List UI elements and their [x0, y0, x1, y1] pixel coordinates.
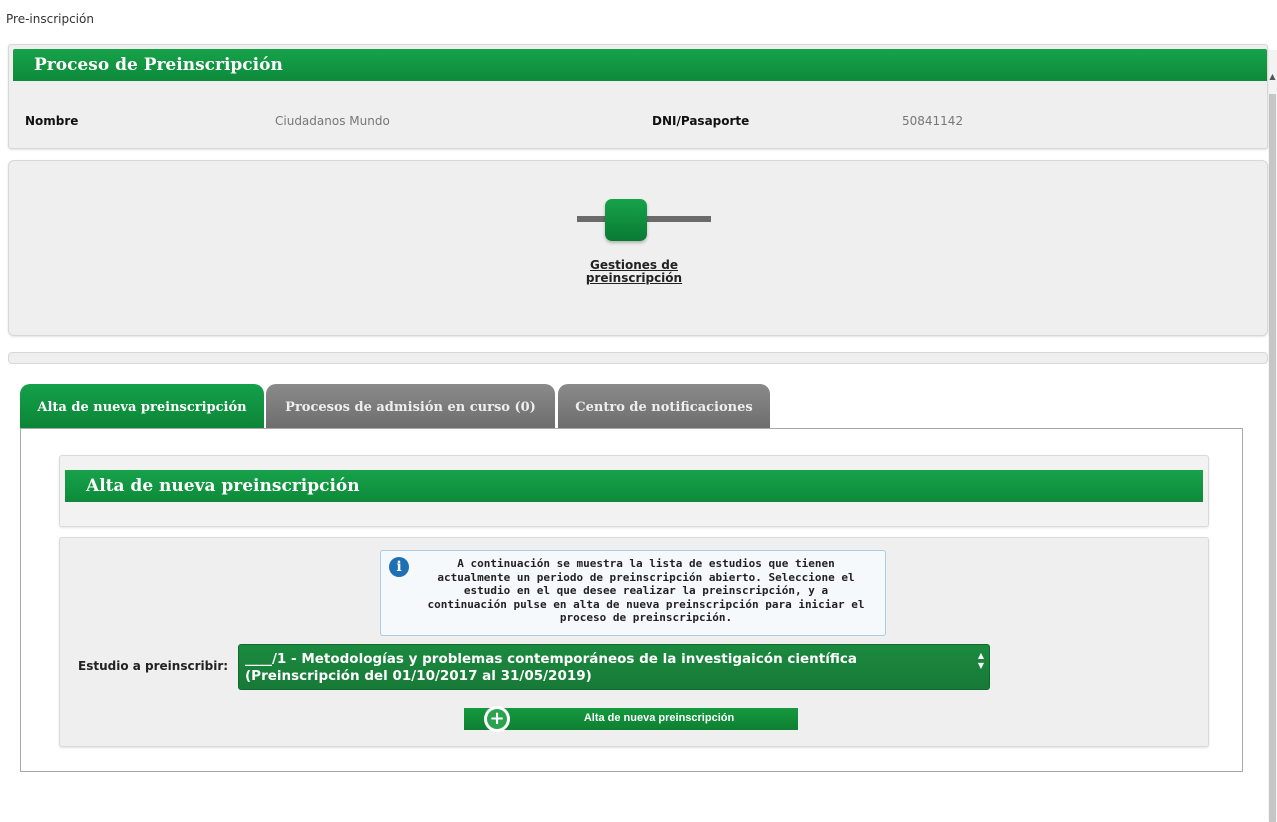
alta-header: Alta de nueva preinscripción: [65, 470, 1203, 502]
info-icon: i: [389, 557, 409, 577]
vertical-scrollbar[interactable]: ▲: [1268, 50, 1277, 822]
alta-button[interactable]: + Alta de nueva preinscripción: [464, 706, 798, 732]
dni-label: DNI/Pasaporte: [652, 114, 750, 128]
page-title: Pre-inscripción: [6, 12, 94, 26]
scrollbar-thumb[interactable]: [1269, 94, 1276, 822]
alta-button-label: Alta de nueva preinscripción: [583, 712, 735, 724]
separator-bar: [8, 352, 1268, 364]
select-arrows-icon: ▲ ▼: [977, 651, 984, 670]
proceso-panel: Proceso de Preinscripción Nombre Ciudada…: [8, 44, 1268, 149]
nombre-label: Nombre: [25, 114, 79, 128]
tab-notificaciones[interactable]: Centro de notificaciones: [558, 384, 770, 429]
dni-value: 50841142: [902, 114, 964, 128]
form-panel: i A continuación se muestra la lista de …: [59, 537, 1209, 747]
info-text: A continuación se muestra la lista de es…: [427, 557, 865, 624]
estudio-select[interactable]: ____/1 - Metodologías y problemas contem…: [238, 644, 990, 690]
tab-alta[interactable]: Alta de nueva preinscripción: [20, 384, 264, 429]
info-box: i A continuación se muestra la lista de …: [380, 550, 886, 636]
steps-panel: Gestiones de preinscripción: [8, 160, 1268, 336]
gestiones-link[interactable]: Gestiones de preinscripción: [569, 259, 699, 285]
step-indicator[interactable]: [605, 199, 647, 241]
scroll-up-arrow-icon[interactable]: ▲: [1268, 70, 1277, 84]
estudio-label: Estudio a preinscribir:: [78, 659, 229, 673]
alta-panel: Alta de nueva preinscripción: [59, 455, 1209, 527]
plus-icon: +: [489, 708, 505, 729]
tab-content: Alta de nueva preinscripción i A continu…: [20, 428, 1243, 772]
tab-procesos[interactable]: Procesos de admisión en curso (0): [266, 384, 555, 429]
proceso-header: Proceso de Preinscripción: [13, 49, 1267, 81]
nombre-value: Ciudadanos Mundo: [275, 114, 390, 128]
estudio-selected-value: ____/1 - Metodologías y problemas contem…: [245, 651, 857, 684]
